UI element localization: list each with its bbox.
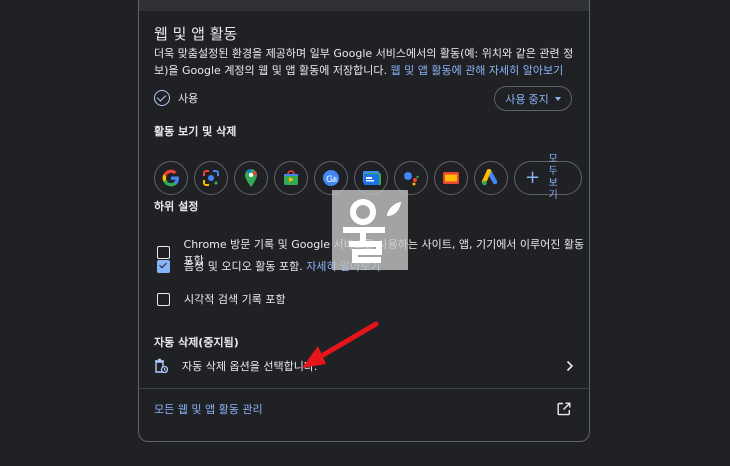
section-title: 웹 및 앱 활동	[154, 25, 238, 43]
sub-setting-visual-search[interactable]: 시각적 검색 기록 포함	[157, 291, 286, 307]
learn-more-link[interactable]: 웹 및 앱 활동에 관해 자세히 알아보기	[390, 64, 563, 77]
visual-search-label: 시각적 검색 기록 포함	[184, 293, 286, 306]
view-all-label: 모두 보기	[548, 154, 558, 201]
visual-search-checkbox[interactable]	[157, 292, 170, 306]
sub-settings-heading: 하위 설정	[154, 200, 199, 213]
status-label: 사용	[178, 92, 199, 105]
chevron-right-icon	[566, 360, 574, 372]
google-ads-icon[interactable]	[474, 161, 508, 195]
auto-delete-heading: 자동 삭제(중지됨)	[154, 336, 239, 349]
view-all-button[interactable]: + 모두 보기	[514, 154, 582, 201]
divider	[139, 388, 589, 389]
play-store-icon[interactable]	[274, 161, 308, 195]
card-top-band	[139, 0, 589, 11]
chrome-history-checkbox[interactable]	[157, 245, 170, 259]
google-icon[interactable]	[154, 161, 188, 195]
open-external-icon[interactable]	[557, 402, 571, 416]
activity-heading: 활동 보기 및 삭제	[154, 125, 237, 138]
lens-icon[interactable]	[194, 161, 228, 195]
auto-delete-option: 자동 삭제 옵션을 선택합니다.	[182, 360, 318, 373]
auto-delete-icon	[155, 358, 168, 374]
maps-icon[interactable]	[234, 161, 268, 195]
voice-audio-text: 음성 및 오디오 활동 포함.	[184, 260, 303, 273]
auto-delete-row[interactable]: 자동 삭제 옵션을 선택합니다.	[154, 358, 574, 374]
status-row: 사용	[154, 90, 198, 106]
watermark-logo	[332, 190, 408, 270]
voice-audio-checkbox[interactable]	[157, 259, 170, 273]
ad-manager-icon[interactable]	[434, 161, 468, 195]
stop-button-label: 사용 중지	[505, 93, 549, 106]
chevron-down-icon	[554, 96, 561, 101]
watermark-glyph-icon	[343, 199, 401, 263]
plus-icon: +	[525, 167, 541, 188]
svg-text:あ: あ	[332, 177, 338, 184]
section-description: 더욱 맞춤설정된 환경을 제공하며 일부 Google 서비스에서의 활동(예:…	[154, 45, 579, 79]
stop-button[interactable]: 사용 중지	[494, 86, 572, 111]
manage-activity-link[interactable]: 모든 웹 및 앱 활동 관리	[154, 401, 263, 417]
check-circle-icon	[154, 90, 170, 106]
